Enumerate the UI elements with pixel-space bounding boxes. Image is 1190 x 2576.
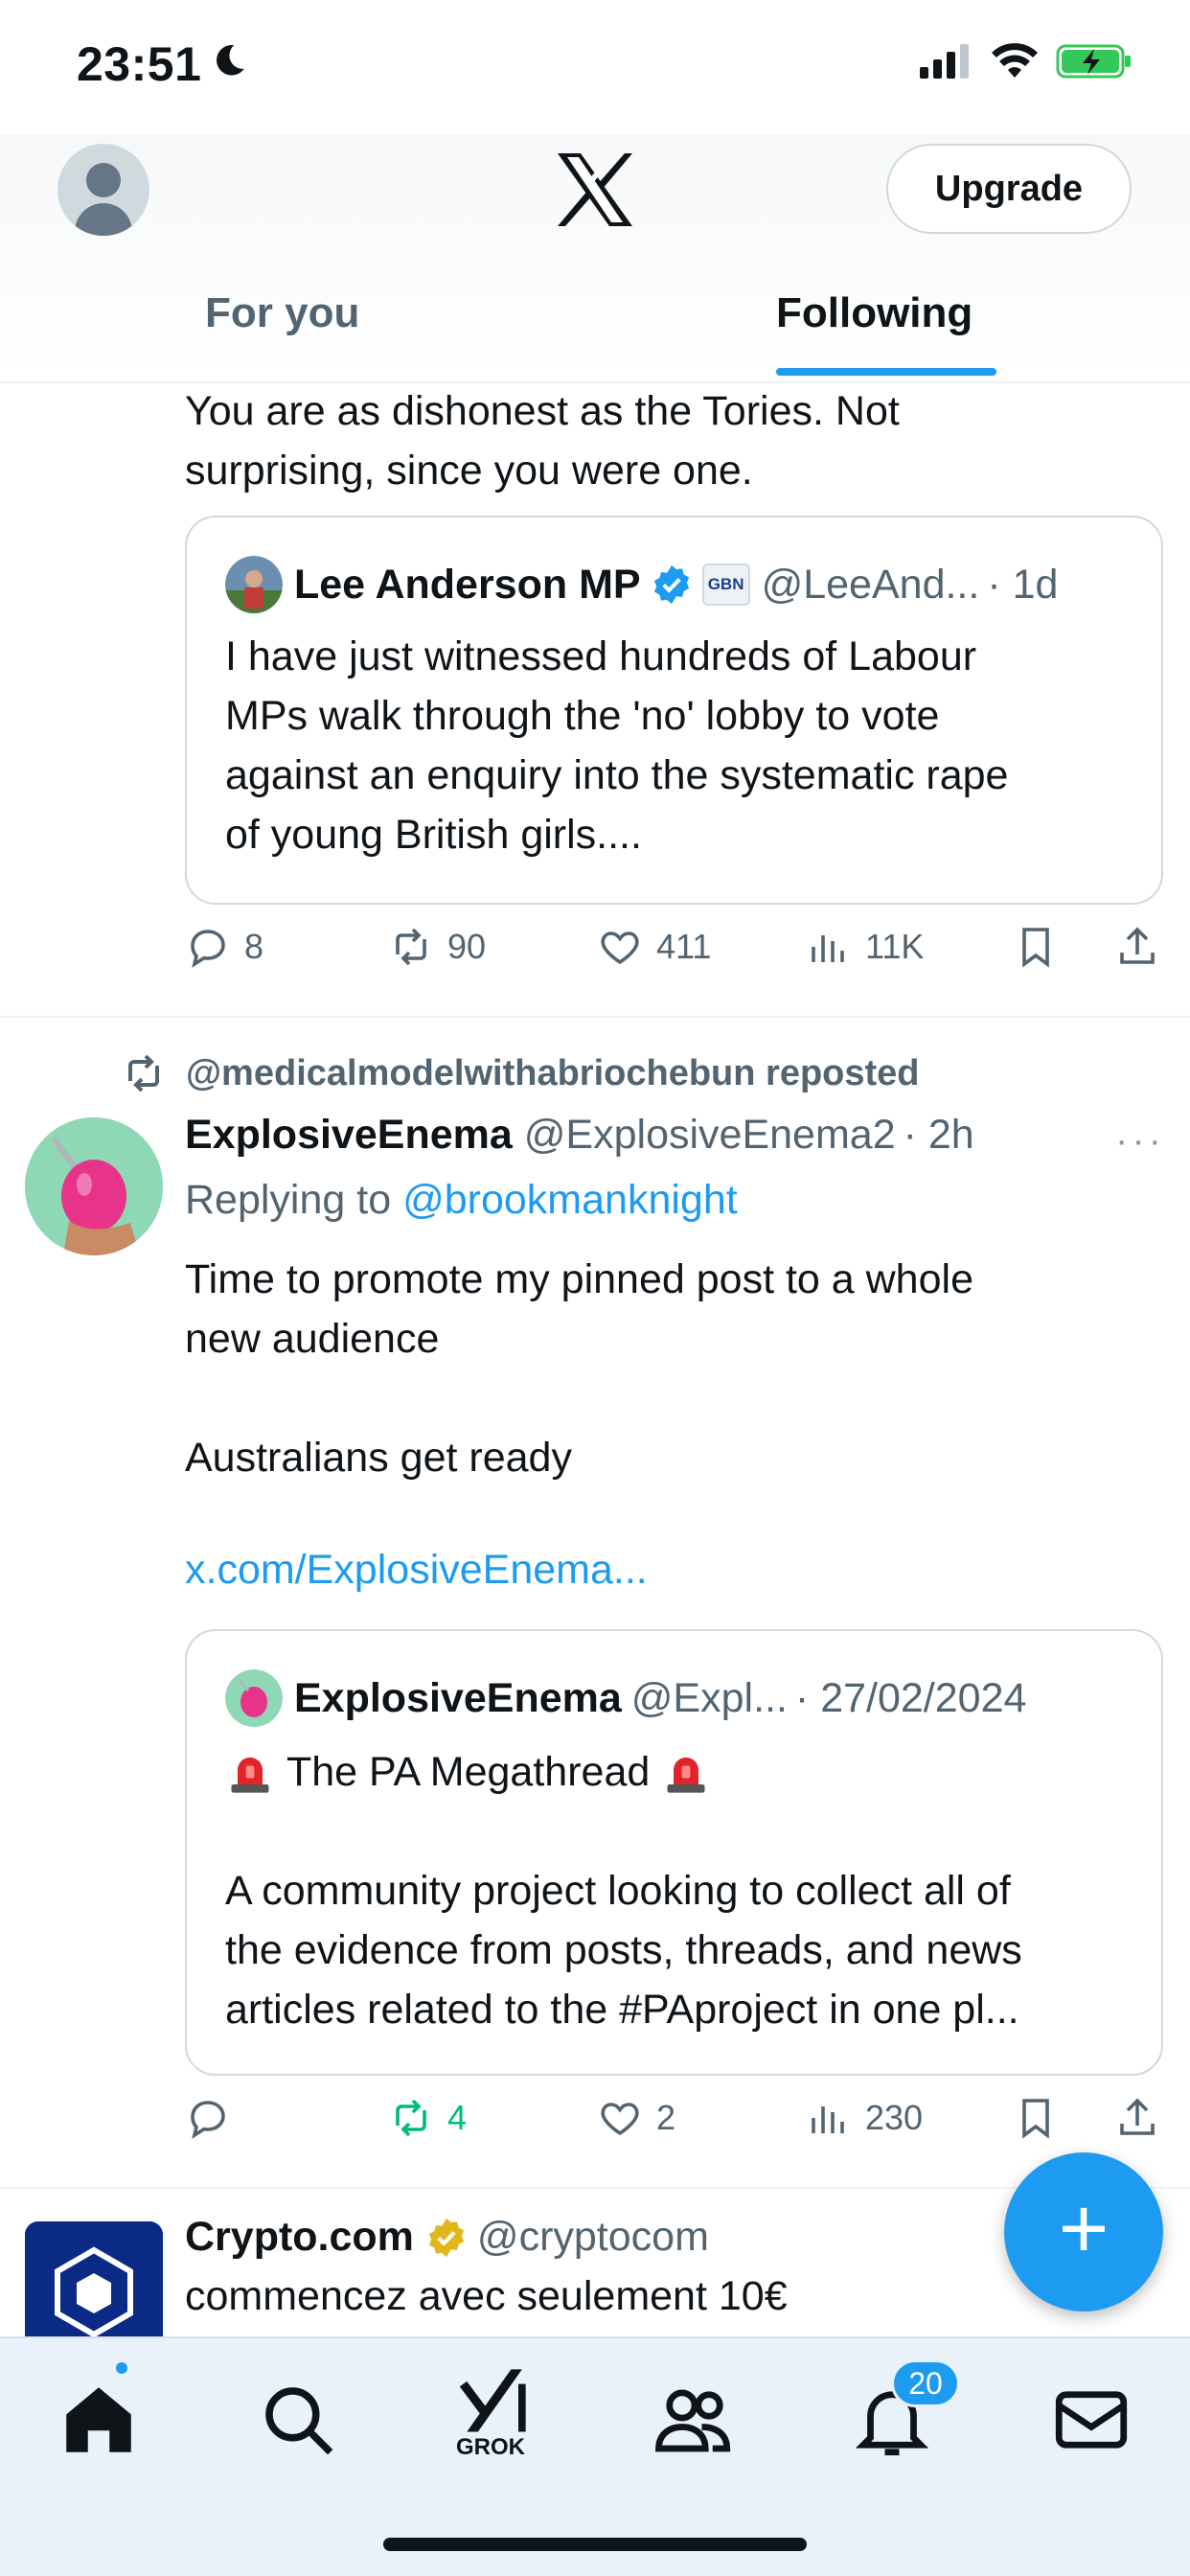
timeline-tabs: For you Following <box>0 278 1190 381</box>
more-options-icon[interactable]: ··· <box>1115 1119 1165 1162</box>
tweet-actions: 4 2 230 <box>185 2095 1162 2152</box>
siren-icon <box>667 1757 705 1793</box>
notifications-badge: 20 <box>891 2359 960 2407</box>
reply-button[interactable] <box>185 2095 244 2141</box>
status-bar: 23:51 <box>0 0 1190 134</box>
quoted-author-avatar <box>225 556 283 613</box>
repost-button[interactable]: 90 <box>388 924 486 970</box>
affiliate-badge: GBN <box>701 564 750 606</box>
profile-avatar[interactable] <box>57 144 149 236</box>
grok-label: GROK <box>456 2434 525 2460</box>
author-name[interactable]: ExplosiveEnema <box>185 1112 513 1159</box>
share-button[interactable] <box>1114 924 1174 970</box>
like-button[interactable]: 411 <box>597 924 711 970</box>
tweet-actions: 8 90 411 11K <box>185 924 1162 981</box>
author-handle[interactable]: @cryptocom <box>477 2214 709 2261</box>
plus-icon: + <box>1058 2181 1110 2277</box>
home-unread-dot <box>113 2359 130 2377</box>
author-handle[interactable]: @ExplosiveEnema2 <box>524 1112 896 1159</box>
home-indicator[interactable] <box>383 2538 807 2551</box>
author-avatar[interactable] <box>25 1117 163 1255</box>
views-icon <box>812 935 844 962</box>
bookmark-icon <box>1022 2099 1049 2139</box>
bookmark-button[interactable] <box>1013 924 1072 970</box>
x-logo-icon[interactable] <box>554 151 636 228</box>
views-button[interactable]: 230 <box>806 2095 923 2141</box>
quoted-tweet-card[interactable]: ExplosiveEnema @Expl... · 27/02/2024 The… <box>185 1629 1163 2076</box>
quoted-tweet-card[interactable]: Lee Anderson MP GBN @LeeAnd... · 1d I ha… <box>185 516 1163 905</box>
tweet-text[interactable]: commencez avec seulement 10€ <box>185 2273 788 2320</box>
compose-button[interactable]: + <box>1004 2152 1163 2312</box>
heart-icon <box>601 932 639 965</box>
repost-context[interactable]: @medicalmodelwithabriochebun reposted <box>121 1050 920 1096</box>
active-tab-indicator <box>776 368 996 376</box>
views-icon <box>812 2106 844 2133</box>
repost-icon <box>128 1054 159 1092</box>
tweet-divider <box>0 1016 1190 1018</box>
search-icon[interactable] <box>255 2377 341 2463</box>
enema-bulb-icon <box>25 1117 163 1255</box>
signal-icon <box>920 44 969 79</box>
communities-icon[interactable] <box>652 2377 738 2463</box>
share-icon <box>1120 927 1155 964</box>
tweet-time: · 2h <box>903 1112 974 1158</box>
moon-icon <box>217 45 244 76</box>
status-time: 23:51 <box>77 37 202 91</box>
repost-icon <box>396 2099 426 2137</box>
status-indicators <box>920 42 1133 80</box>
like-button[interactable]: 2 <box>597 2095 675 2141</box>
tab-for-you[interactable]: For you <box>205 289 359 337</box>
bookmark-icon <box>1022 928 1049 968</box>
reply-icon <box>191 930 225 968</box>
heart-icon <box>601 2103 639 2136</box>
views-button[interactable]: 11K <box>806 924 924 970</box>
tab-following[interactable]: Following <box>776 289 973 337</box>
tweet-text[interactable]: Time to promote my pinned post to a whol… <box>185 1250 1143 1487</box>
quoted-tweet-header: ExplosiveEnema @Expl... · 27/02/2024 <box>225 1669 1026 1727</box>
replying-to-link[interactable]: @brookmanknight <box>402 1177 738 1223</box>
repost-icon <box>396 928 426 966</box>
upgrade-button[interactable]: Upgrade <box>886 144 1132 234</box>
reply-icon <box>191 2101 225 2139</box>
wifi-icon <box>992 43 1038 78</box>
messages-icon[interactable] <box>1048 2377 1134 2463</box>
quoted-tweet-header: Lee Anderson MP GBN @LeeAnd... · 1d <box>225 556 1058 613</box>
quoted-tweet-text: I have just witnessed hundreds of Labour… <box>225 633 1009 858</box>
tweet-header: ExplosiveEnema @ExplosiveEnema2 · 2h <box>185 1112 974 1159</box>
gold-verified-badge-icon <box>428 2218 465 2257</box>
siren-icon <box>231 1757 269 1793</box>
bookmark-button[interactable] <box>1013 2095 1072 2141</box>
home-icon[interactable] <box>56 2377 142 2463</box>
tweet-text[interactable]: You are as dishonest as the Tories. Not … <box>185 381 1143 500</box>
verified-badge-icon <box>653 564 689 605</box>
repost-button-active[interactable]: 4 <box>388 2095 467 2141</box>
tweet-link[interactable]: x.com/ExplosiveEnema... <box>185 1547 648 1594</box>
author-name[interactable]: Crypto.com <box>185 2214 414 2261</box>
grok-icon[interactable] <box>452 2361 540 2436</box>
quoted-tweet-text: The PA Megathread A community project lo… <box>225 1749 1022 2033</box>
share-icon <box>1120 2098 1155 2135</box>
share-button[interactable] <box>1114 2095 1174 2141</box>
quoted-author-avatar <box>225 1669 283 1727</box>
reply-button[interactable]: 8 <box>185 924 263 970</box>
battery-charging-icon <box>1056 44 1131 79</box>
replying-to: Replying to @brookmanknight <box>185 1177 738 1223</box>
tweet-divider <box>0 2187 1190 2189</box>
tweet-header: Crypto.com @cryptocom <box>185 2214 709 2261</box>
